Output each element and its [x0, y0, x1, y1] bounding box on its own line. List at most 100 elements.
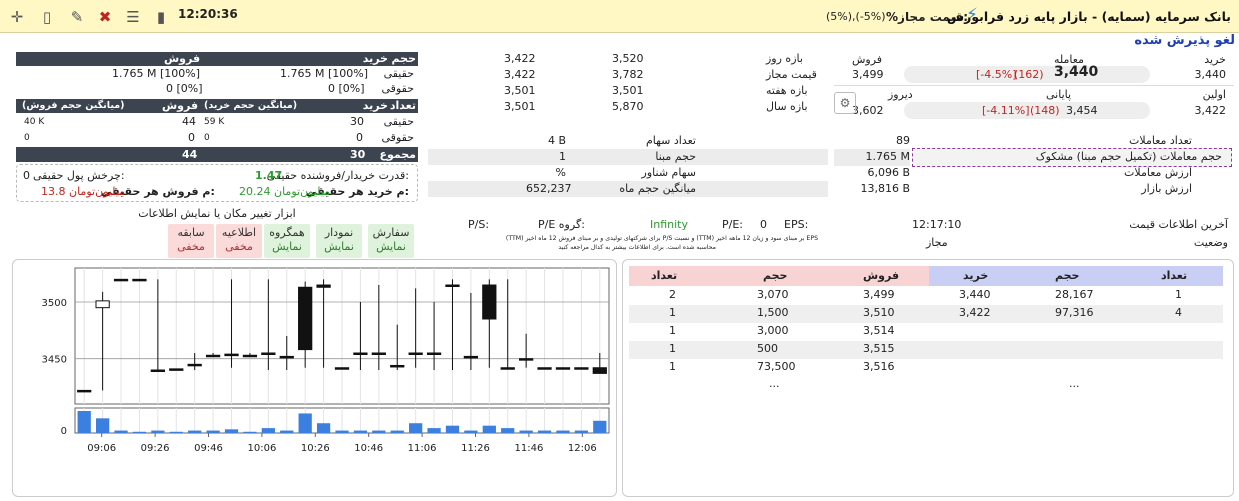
stock-info-value: 652,237	[526, 182, 572, 195]
real-buy-count: 30	[350, 115, 364, 128]
eps-label: EPS:	[784, 218, 809, 231]
toggle-button-label: نمودار	[324, 226, 354, 239]
total-label: مجموع	[379, 148, 416, 161]
ob-buy-vol-header: حجم	[1055, 269, 1080, 282]
network-icon[interactable]: ✖	[94, 7, 116, 27]
candle-body	[519, 358, 534, 361]
page-title: بانک سرمایه (سمایه) - بازار پایه زرد فرا…	[946, 9, 1231, 24]
candle-body	[169, 368, 184, 371]
ob-buy-vol: 97,316	[1055, 306, 1094, 319]
volume-bar	[335, 430, 349, 433]
legal-label-2: حقوقی	[381, 131, 414, 144]
ob-sell-count: 1	[669, 324, 676, 337]
ob-buy-price[interactable]: 3,422	[959, 306, 991, 319]
ob-sell-count: 1	[669, 342, 676, 355]
ob-sell-count: 2	[669, 288, 676, 301]
sell-label: فروش	[852, 53, 883, 66]
x-tick-label: 12:06	[568, 443, 597, 454]
ob-sell-vol: 3,070	[757, 288, 789, 301]
last-info-label: آخرین اطلاعات قیمت	[1129, 218, 1228, 231]
traders-total-row: مجموع 30 44	[16, 147, 418, 162]
legal-sell-count: 0	[188, 131, 195, 144]
display-tools-panel: ابزار تغییر مکان یا نمایش اطلاعات سفارش …	[16, 206, 418, 260]
range-label: بازه روز	[766, 52, 803, 65]
toggle-button[interactable]: همگروه نمایش	[264, 224, 310, 258]
ob-sell-vol: 1,500	[757, 306, 789, 319]
last-change: (162)	[1014, 68, 1044, 81]
trade-stat-label: ارزش بازار	[1141, 182, 1192, 195]
toggle-button-state: نمایش	[376, 240, 406, 253]
x-tick-label: 10:46	[354, 443, 383, 454]
legal-sell-vol: 0 [0%]	[166, 82, 203, 95]
traders-count-header: تعداد خرید (میانگین حجم خرید) فروش (میان…	[16, 99, 418, 113]
stock-info-label: تعداد سهام	[645, 134, 696, 147]
legal-buy-count: 0	[356, 131, 363, 144]
buy-value: 3,440	[1194, 68, 1227, 81]
x-tick-label: 10:26	[301, 443, 330, 454]
power-label: قدرت خریدار/فروشنده حقیقی:	[266, 169, 409, 182]
candle-body	[113, 278, 129, 282]
eps-value: 0	[760, 218, 767, 231]
ratios-note-2: محاسبه شده است. برای اطلاعات بیشتر به کد…	[558, 244, 716, 251]
toggle-button-state: نمایش	[272, 240, 302, 253]
add-icon[interactable]: ✛	[6, 7, 28, 27]
toggle-button[interactable]: نمودار نمایش	[316, 224, 362, 258]
toggle-button[interactable]: سفارش نمایش	[368, 224, 414, 258]
real-label: حقیقی	[383, 67, 414, 80]
bar-chart-icon[interactable]: ▮	[150, 7, 172, 27]
ob-sell-price[interactable]: 3,499	[863, 288, 895, 301]
candle-body	[555, 367, 571, 370]
range-label: قیمت مجاز	[766, 68, 817, 81]
candle-body	[95, 300, 110, 309]
ob-sell-header: فروش	[863, 269, 900, 282]
trade-stats-panel: تعداد معاملات 89 حجم معاملات (تکمیل حجم …	[834, 132, 1234, 200]
volume-bar	[372, 430, 386, 433]
edit-icon[interactable]: ✎	[66, 7, 88, 27]
range-low: 3,501	[504, 100, 536, 113]
money-flow-label: چرخش پول حقیقی:	[33, 169, 125, 182]
candle-body	[482, 284, 497, 320]
candle-body	[261, 352, 276, 355]
sell-header-2: فروش	[162, 99, 199, 112]
range-high: 3,501	[612, 84, 644, 97]
trade-stat-label: تعداد معاملات	[1129, 134, 1192, 147]
settings-sliders-icon[interactable]: ⚙	[834, 92, 856, 114]
x-tick-label: 09:46	[194, 443, 223, 454]
volume-bar	[390, 430, 404, 433]
candle-body	[242, 354, 258, 358]
ob-sell-price[interactable]: 3,516	[863, 360, 895, 373]
candle-body	[316, 284, 331, 288]
ob-buy-count-header: تعداد	[1161, 269, 1188, 282]
count-header: تعداد	[389, 99, 416, 112]
stock-info-value: 1	[559, 150, 566, 163]
divider	[834, 85, 1234, 86]
real-label-2: حقیقی	[383, 115, 414, 128]
volume-tick-label: 0	[61, 426, 67, 437]
volume-bar	[298, 413, 312, 433]
document-icon[interactable]: ▯	[36, 7, 58, 27]
toggle-button[interactable]: سابقه مخفی	[168, 224, 214, 258]
ob-sell-price[interactable]: 3,510	[863, 306, 895, 319]
volume-bar	[353, 430, 368, 433]
toggle-button-state: مخفی	[225, 240, 253, 253]
volume-bar	[280, 430, 294, 433]
toggle-button[interactable]: اطلاعیه مخفی	[216, 224, 262, 258]
candlestick-chart[interactable]: 3500 3450 0 09:06 09:26 09:46 10:06 10:26 10:46 1…	[13, 260, 616, 496]
vol-header: حجم	[391, 52, 416, 65]
avg-buy-per-value: 20.24 میلیون‌تومان	[239, 185, 330, 198]
toggle-button-state: نمایش	[324, 240, 354, 253]
ob-buy-price[interactable]: 3,440	[959, 288, 991, 301]
pe-label: P/E:	[722, 218, 743, 231]
ob-sell-price[interactable]: 3,514	[863, 324, 895, 337]
volume-bar	[206, 430, 220, 433]
ob-sell-price[interactable]: 3,515	[863, 342, 895, 355]
stripe	[428, 149, 828, 165]
display-tools-title: ابزار تغییر مکان یا نمایش اطلاعات	[138, 207, 296, 220]
ob-buy-count: 4	[1175, 306, 1182, 319]
list-icon[interactable]: ☰	[122, 7, 144, 27]
legal-buy-vol: 0 [0%]	[328, 82, 365, 95]
avg-buy-header: (میانگین حجم خرید)	[204, 100, 298, 111]
ratios-panel: EPS: 0 P/E: Infinity P/E گروه: P/S: EPS …	[428, 214, 828, 258]
volume-bar	[501, 428, 515, 433]
range-low: 3,422	[504, 68, 536, 81]
